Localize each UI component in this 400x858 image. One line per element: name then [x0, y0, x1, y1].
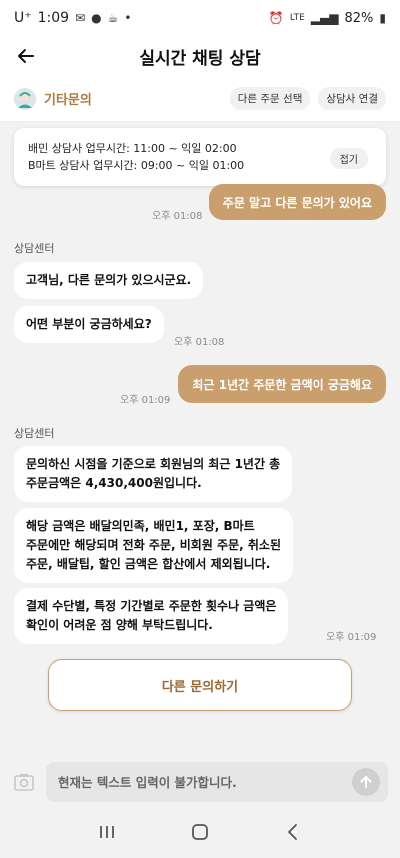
network-label: LTE	[289, 13, 305, 23]
recent-apps-button[interactable]	[92, 817, 122, 847]
agent-avatar-icon	[14, 87, 36, 110]
sender-label: 상담센터	[14, 242, 55, 255]
image-icon	[14, 774, 34, 791]
battery-icon: ▮	[379, 11, 386, 25]
message-time: 오후 01:08	[174, 337, 225, 348]
hours-line-bmart: B마트 상담사 업무시간: 09:00 ~ 익일 01:00	[28, 159, 245, 172]
send-button[interactable]	[352, 768, 380, 796]
status-right: ⏰ LTE ▂▄▆ 82% ▮	[269, 11, 386, 26]
notification-icon: ✉	[75, 11, 86, 25]
home-icon	[192, 824, 208, 840]
signal-icon: ▂▄▆	[310, 11, 339, 25]
back-button[interactable]	[12, 42, 40, 70]
status-bar: U⁺ 1:09 ✉ ● ☕ • ⏰ LTE ▂▄▆ 82% ▮	[0, 0, 400, 36]
inquiry-bar: 기타문의 다른 주문 선택 상담사 연결	[0, 76, 400, 122]
subheader-actions: 다른 주문 선택 상담사 연결	[229, 87, 386, 110]
hours-line-baemin: 배민 상담사 업무시간: 11:00 ~ 익일 02:00	[28, 142, 237, 155]
sender-label: 상담센터	[14, 427, 55, 440]
bot-message: 어떤 부분이 궁금하세요?	[14, 306, 164, 343]
bot-message-line: 확인이 어려운 점 양해 부탁드립니다.	[26, 618, 213, 632]
bot-message-line: 주문에만 해당되며 전화 주문, 비회원 주문, 취소된	[26, 538, 281, 552]
business-hours-card: 배민 상담사 업무시간: 11:00 ~ 익일 02:00 B마트 상담사 업무…	[14, 128, 386, 186]
chat-header: 실시간 채팅 상담	[0, 36, 400, 76]
select-other-order-button[interactable]: 다른 주문 선택	[229, 87, 311, 110]
attach-image-button[interactable]	[10, 768, 38, 796]
system-navigation-bar	[0, 806, 400, 858]
chevron-left-icon	[288, 824, 298, 840]
arrow-left-icon	[18, 49, 34, 63]
recent-apps-icon	[99, 826, 114, 838]
user-message: 주문 말고 다른 문의가 있어요	[208, 184, 386, 220]
message-time: 오후 01:09	[326, 632, 377, 643]
home-button[interactable]	[185, 817, 215, 847]
inquiry-category: 기타문의	[44, 93, 92, 108]
bot-message-line: 결제 수단별, 특정 기간별로 주문한 횟수나 금액은	[26, 599, 277, 613]
bot-message-line: 주문금액은 4,430,400원입니다.	[26, 476, 202, 490]
other-inquiry-button[interactable]: 다른 문의하기	[48, 659, 352, 711]
bot-message: 고객님, 다른 문의가 있으시군요.	[14, 262, 204, 299]
bot-message-line: 주문, 배달팁, 할인 금액은 합산에서 제외됩니다.	[26, 557, 271, 571]
message-input[interactable]	[46, 762, 388, 802]
page-title: 실시간 채팅 상담	[139, 48, 261, 69]
cup-icon: ☕	[107, 11, 119, 25]
bot-message: 결제 수단별, 특정 기간별로 주문한 횟수나 금액은 확인이 어려운 점 양해…	[14, 588, 289, 644]
bot-message-line: 문의하신 시점을 기준으로 회원님의 최근 1년간 총	[26, 457, 281, 471]
fold-button[interactable]: 접기	[329, 148, 368, 169]
chat-notification-icon: ●	[91, 11, 102, 25]
avatar	[14, 87, 36, 110]
status-left: U⁺ 1:09 ✉ ● ☕ •	[14, 10, 131, 26]
carrier-label: U⁺	[14, 10, 32, 26]
bot-message: 해당 금액은 배달의민족, 배민1, 포장, B마트 주문에만 해당되며 전화 …	[14, 508, 293, 583]
arrow-up-icon	[360, 776, 372, 788]
message-input-bar	[0, 758, 400, 806]
battery-label: 82%	[344, 10, 374, 26]
bot-message-line: 해당 금액은 배달의민족, 배민1, 포장, B마트	[26, 519, 255, 533]
bot-message: 문의하신 시점을 기준으로 회원님의 최근 1년간 총 주문금액은 4,430,…	[14, 446, 293, 502]
message-time: 오후 01:09	[120, 395, 171, 406]
chat-area[interactable]: 배민 상담사 업무시간: 11:00 ~ 익일 02:00 B마트 상담사 업무…	[0, 122, 400, 758]
user-message: 최근 1년간 주문한 금액이 궁금해요	[178, 365, 386, 403]
clock: 1:09	[37, 10, 70, 26]
connect-agent-button[interactable]: 상담사 연결	[318, 87, 386, 110]
alarm-icon: ⏰	[268, 11, 284, 25]
message-time: 오후 01:08	[152, 211, 203, 222]
system-back-button[interactable]	[278, 817, 308, 847]
more-notifications-icon: •	[124, 11, 132, 25]
